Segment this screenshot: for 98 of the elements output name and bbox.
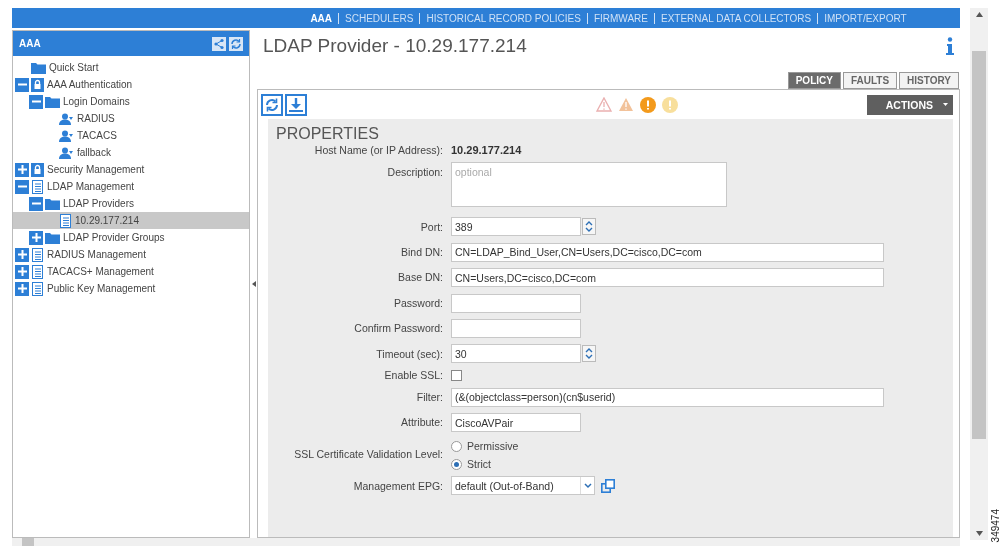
text-field[interactable]: (&(objectclass=person)(cn$userid) [451,387,884,407]
tree-item[interactable]: TACACS [13,127,249,144]
tree-item[interactable]: Security Management [13,161,249,178]
field-label: Confirm Password: [353,322,443,335]
description-field[interactable]: optional [451,162,727,207]
number-field[interactable]: 30 [451,344,581,363]
tree-item[interactable]: fallback [13,144,249,161]
share-icon[interactable] [212,36,226,51]
collapse-toggle[interactable] [29,94,43,109]
plus-icon [17,165,27,174]
info-icon[interactable] [946,37,954,55]
tree-item[interactable]: LDAP Provider Groups [13,229,249,246]
user-icon [59,112,74,125]
radio-button[interactable] [451,458,462,470]
scroll-up-icon[interactable] [975,12,983,17]
host-value: 10.29.177.214 [451,144,523,156]
spinner-buttons[interactable] [582,218,596,235]
folder-icon [45,231,60,244]
spinner-buttons[interactable] [582,345,596,362]
caret-icon [583,482,592,489]
expand-toggle[interactable] [15,264,29,279]
field-label: Bind DN: [400,245,443,258]
tree-item[interactable]: LDAP Management [13,178,249,195]
tab[interactable]: FAULTS [842,72,898,89]
collapse-arrow-icon[interactable] [251,281,256,287]
user-icon [59,129,74,142]
text-field[interactable]: CN=Users,DC=cisco,DC=com [451,268,884,287]
section-heading: PROPERTIES [276,125,380,143]
expand-toggle[interactable] [29,230,43,245]
field-label: Filter: [415,390,443,403]
expand-toggle[interactable] [15,162,29,177]
checkbox[interactable] [451,369,462,381]
plus-icon [17,284,27,293]
expand-toggle[interactable] [15,281,29,296]
collapse-toggle[interactable] [29,196,43,211]
radio-button[interactable] [451,440,462,452]
collapse-toggle[interactable] [15,179,29,194]
tree-item[interactable]: 10.29.177.214 [13,212,249,229]
lock-icon [31,162,44,177]
radio-option[interactable]: Permissive [451,440,953,452]
alert-icon[interactable] [640,96,656,113]
panel-header: AAA [13,31,249,56]
open-window-icon[interactable] [601,478,615,493]
user-icon [59,146,74,159]
tree-item[interactable]: LDAP Providers [13,195,249,212]
tree-item[interactable]: TACACS+ Management [13,263,249,280]
refresh-icon [264,96,280,113]
text-field[interactable]: CiscoAVPair [451,413,581,432]
tree-item[interactable]: RADIUS [13,110,249,127]
radio-option[interactable]: Strict [451,458,953,470]
tree-item[interactable]: AAA Authentication [13,76,249,93]
field-label: Base DN: [397,271,443,284]
plus-icon [17,250,27,259]
folder-icon [45,95,60,108]
caret-icon [943,103,948,106]
download-icon [288,96,304,113]
field-label: Port: [419,220,443,233]
tab[interactable]: POLICY [787,72,841,89]
horizontal-scrollbar[interactable] [12,538,960,546]
lock-icon [31,77,44,92]
field-label: Description: [386,165,443,178]
actions-button[interactable]: ACTIONS [867,94,953,115]
text-field[interactable] [451,293,581,313]
tab[interactable]: HISTORY [899,72,959,89]
field-label: Password: [392,296,443,309]
page-title: LDAP Provider - 10.29.177.214 [263,35,527,57]
figure-number: 349474 [989,508,1002,542]
field-label: Attribute: [399,416,443,429]
document-icon [59,213,72,228]
plus-icon [31,233,41,242]
tree-item[interactable]: Public Key Management [13,280,249,297]
number-field[interactable]: 389 [451,217,581,236]
field-label: SSL Certificate Validation Level: [293,448,443,460]
scroll-down-icon[interactable] [975,531,983,536]
plus-icon [17,267,27,276]
field-label: Host Name (or IP Address): [313,144,443,156]
text-field[interactable] [451,319,581,338]
vertical-scrollbar[interactable] [970,8,988,540]
document-icon [31,281,44,296]
tree-item[interactable]: RADIUS Management [13,246,249,263]
document-icon [31,179,44,194]
folder-icon [31,61,46,74]
refresh-button[interactable] [261,93,283,116]
nav-link[interactable]: AAA [304,12,339,24]
folder-icon [45,197,60,210]
collapse-toggle[interactable] [15,77,29,92]
refresh-icon[interactable] [229,36,243,51]
tree-item[interactable]: Login Domains [13,93,249,110]
document-icon [31,247,44,262]
expand-toggle[interactable] [15,247,29,262]
download-button[interactable] [285,93,307,116]
text-field[interactable]: CN=LDAP_Bind_User,CN=Users,DC=cisco,DC=com [451,242,884,262]
dropdown[interactable]: default (Out-of-Band) [451,476,595,495]
field-label: Enable SSL: [383,369,443,381]
document-icon [31,264,44,279]
field-label: Timeout (sec): [375,347,443,360]
field-label: Management EPG: [352,479,443,492]
tree-item[interactable]: Quick Start [13,59,249,76]
